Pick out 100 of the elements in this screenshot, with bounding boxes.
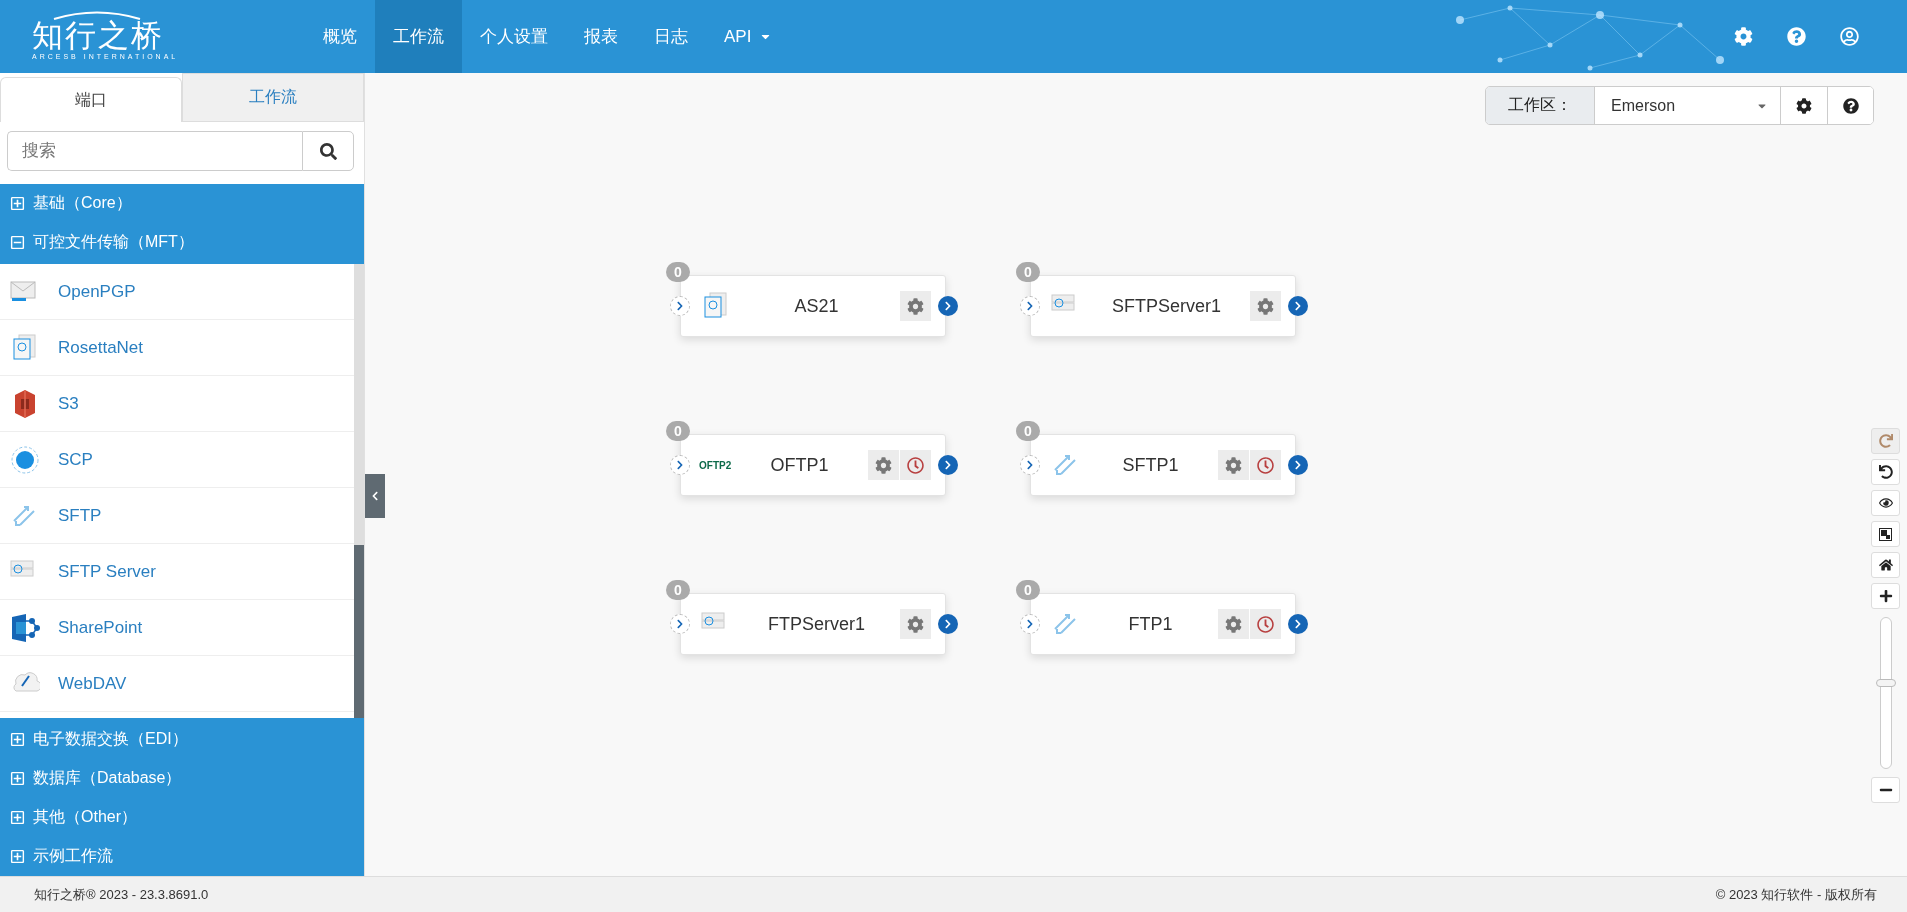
node-card[interactable]: FTPServer1 (680, 593, 946, 655)
node-name: FTPServer1 (767, 613, 866, 635)
connector-item[interactable]: OpenPGP (0, 264, 354, 320)
schedule-button[interactable] (1250, 609, 1281, 639)
node-card[interactable]: OFTP2 OFTP1 (680, 434, 946, 496)
input-port[interactable] (1020, 296, 1040, 316)
undo-button[interactable] (1871, 459, 1900, 485)
settings-icon (1225, 456, 1242, 474)
connector-item[interactable]: WebDAV (0, 656, 354, 712)
redo-icon (1878, 434, 1893, 448)
connector-label: SFTP (58, 505, 102, 526)
help-button[interactable] (1827, 87, 1873, 124)
chevron-right-icon (1025, 301, 1035, 311)
fit-icon (1879, 527, 1892, 541)
output-port[interactable] (938, 455, 958, 475)
help-icon (1842, 97, 1859, 114)
nav-tab[interactable]: 工作流 (375, 0, 462, 73)
chevron-right-icon (675, 301, 685, 311)
category-header[interactable]: 电子数据交换（EDI） (0, 720, 364, 759)
message-count: 0 (666, 580, 690, 600)
connector-label: SFTP Server (58, 561, 156, 582)
nav-tab[interactable]: API (706, 0, 791, 73)
output-port[interactable] (1288, 455, 1308, 475)
sidebar-tab[interactable]: 工作流 (182, 73, 364, 122)
workspace-label: 工作区： (1486, 87, 1595, 124)
clock-icon (1257, 615, 1274, 633)
connector-item[interactable]: RosettaNet (0, 320, 354, 376)
slider-thumb[interactable] (1875, 679, 1896, 688)
connector-item[interactable]: SFTP Server (0, 544, 354, 600)
connector-label: SharePoint (58, 617, 143, 638)
zoom-in-button[interactable] (1871, 583, 1900, 609)
input-port[interactable] (1020, 455, 1040, 475)
node-card[interactable]: AS21 (680, 275, 946, 337)
settings-icon (907, 615, 924, 633)
category-label: 电子数据交换（EDI） (33, 729, 188, 749)
node-card[interactable]: SFTP1 (1030, 434, 1296, 496)
output-port[interactable] (1288, 614, 1308, 634)
category-header[interactable]: 数据库（Database） (0, 759, 364, 798)
output-port[interactable] (938, 296, 958, 316)
fit-button[interactable] (1871, 521, 1900, 547)
connector-label: SCP (58, 449, 93, 470)
clock-icon (907, 456, 924, 474)
message-count: 0 (1016, 262, 1040, 282)
nav-tab[interactable]: 报表 (566, 0, 636, 73)
connector-label: RosettaNet (58, 337, 144, 358)
zoom-out-button[interactable] (1871, 777, 1900, 803)
help-icon[interactable] (1787, 27, 1806, 46)
schedule-button[interactable] (1250, 450, 1281, 480)
copyright-text: © 2023 知行软件 - 版权所有 (1715, 885, 1877, 904)
chevron-right-icon (675, 619, 685, 629)
node-name: OFTP1 (769, 454, 830, 476)
schedule-button[interactable] (900, 450, 931, 480)
search-field[interactable]: 搜索 (7, 131, 302, 171)
input-port[interactable] (670, 614, 690, 634)
user-icon[interactable] (1840, 27, 1859, 46)
search-icon (319, 142, 337, 160)
input-port[interactable] (670, 455, 690, 475)
connector-item[interactable]: S3 (0, 376, 354, 432)
node-card[interactable]: FTP1 (1030, 593, 1296, 655)
category-label: 其他（Other） (33, 807, 137, 827)
output-port[interactable] (1288, 296, 1308, 316)
sidebar-tab[interactable]: 端口 (0, 77, 182, 122)
search-button[interactable] (302, 131, 354, 171)
input-port[interactable] (1020, 614, 1040, 634)
node-name: SFTPServer1 (1111, 295, 1222, 317)
chevron-left-icon (370, 491, 380, 501)
output-port[interactable] (938, 614, 958, 634)
home-button[interactable] (1871, 552, 1900, 578)
settings-icon (1796, 97, 1812, 114)
node-name: AS21 (793, 295, 840, 317)
category-header[interactable]: 基础（Core） (0, 184, 364, 223)
settings-icon[interactable] (1734, 27, 1753, 46)
node-card[interactable]: SFTPServer1 (1030, 275, 1296, 337)
category-label: 可控文件传输（MFT） (33, 232, 194, 252)
nav-tab[interactable]: 概览 (305, 0, 375, 73)
chevron-right-icon (675, 460, 685, 470)
category-header[interactable]: 可控文件传输（MFT） (0, 223, 364, 262)
version-text: 知行之桥® 2023 - 23.3.8691.0 (34, 885, 209, 904)
document-icon (702, 292, 730, 320)
chevron-right-icon (1293, 619, 1303, 629)
connector-label: WebDAV (58, 673, 127, 694)
collapse-handle[interactable] (365, 474, 385, 518)
category-label: 数据库（Database） (33, 768, 182, 788)
chevron-right-icon (1025, 619, 1035, 629)
scrollbar[interactable] (354, 264, 364, 718)
nav-tab[interactable]: 个人设置 (462, 0, 566, 73)
connector-item[interactable]: SharePoint (0, 600, 354, 656)
category-header[interactable]: 示例工作流 (0, 837, 364, 876)
view-button[interactable] (1871, 490, 1900, 516)
nav-tab[interactable]: 日志 (636, 0, 706, 73)
settings-icon (907, 297, 924, 315)
message-count: 0 (1016, 580, 1040, 600)
message-count: 0 (666, 421, 690, 441)
input-port[interactable] (670, 296, 690, 316)
chevron-right-icon (1025, 460, 1035, 470)
settings-icon (875, 456, 892, 474)
connector-item[interactable]: SCP (0, 432, 354, 488)
category-label: 基础（Core） (33, 193, 132, 213)
category-header[interactable]: 其他（Other） (0, 798, 364, 837)
globe-icon (10, 444, 40, 475)
